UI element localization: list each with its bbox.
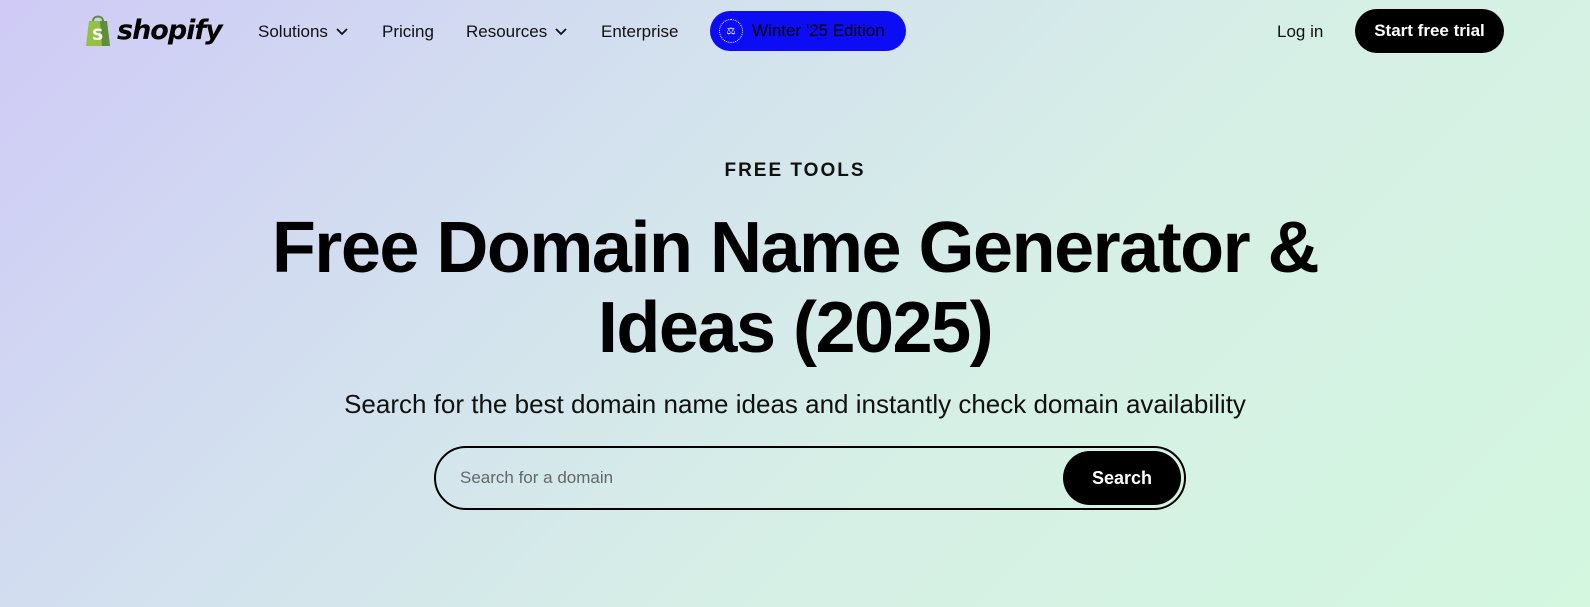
nav-solutions-label: Solutions xyxy=(258,22,328,41)
login-link[interactable]: Log in xyxy=(1277,20,1323,44)
badge-label: Winter '25 Edition xyxy=(752,21,885,40)
winter-edition-badge[interactable]: ⚖ Winter '25 Edition xyxy=(710,11,906,51)
nav-enterprise[interactable]: Enterprise xyxy=(601,20,678,44)
nav-resources-label: Resources xyxy=(466,22,548,41)
svg-text:S: S xyxy=(92,25,104,44)
shopify-logo[interactable]: S shopify xyxy=(83,12,223,48)
nav-pricing[interactable]: Pricing xyxy=(382,20,434,44)
start-free-trial-button[interactable]: Start free trial xyxy=(1355,9,1504,53)
shopping-bag-icon: S xyxy=(86,15,110,46)
nav-solutions[interactable]: Solutions xyxy=(258,20,348,44)
nav-resources[interactable]: Resources xyxy=(466,20,567,44)
chevron-down-icon xyxy=(336,28,348,36)
chevron-down-icon xyxy=(555,28,567,36)
brand-name: shopify xyxy=(117,14,223,46)
page-subtitle: Search for the best domain name ideas an… xyxy=(344,389,1246,419)
page-title: Free Domain Name Generator & Ideas (2025… xyxy=(271,208,1320,368)
domain-search-input[interactable] xyxy=(436,448,1063,508)
nav-pricing-label: Pricing xyxy=(382,22,434,41)
nav-enterprise-label: Enterprise xyxy=(601,22,679,41)
search-button[interactable]: Search xyxy=(1063,451,1181,505)
edition-seal-icon: ⚖ xyxy=(719,19,743,43)
domain-search-form: Search xyxy=(434,446,1186,510)
top-nav: S shopify Solutions Pricing Resources En… xyxy=(0,0,1590,62)
eyebrow-label: FREE TOOLS xyxy=(724,160,866,181)
